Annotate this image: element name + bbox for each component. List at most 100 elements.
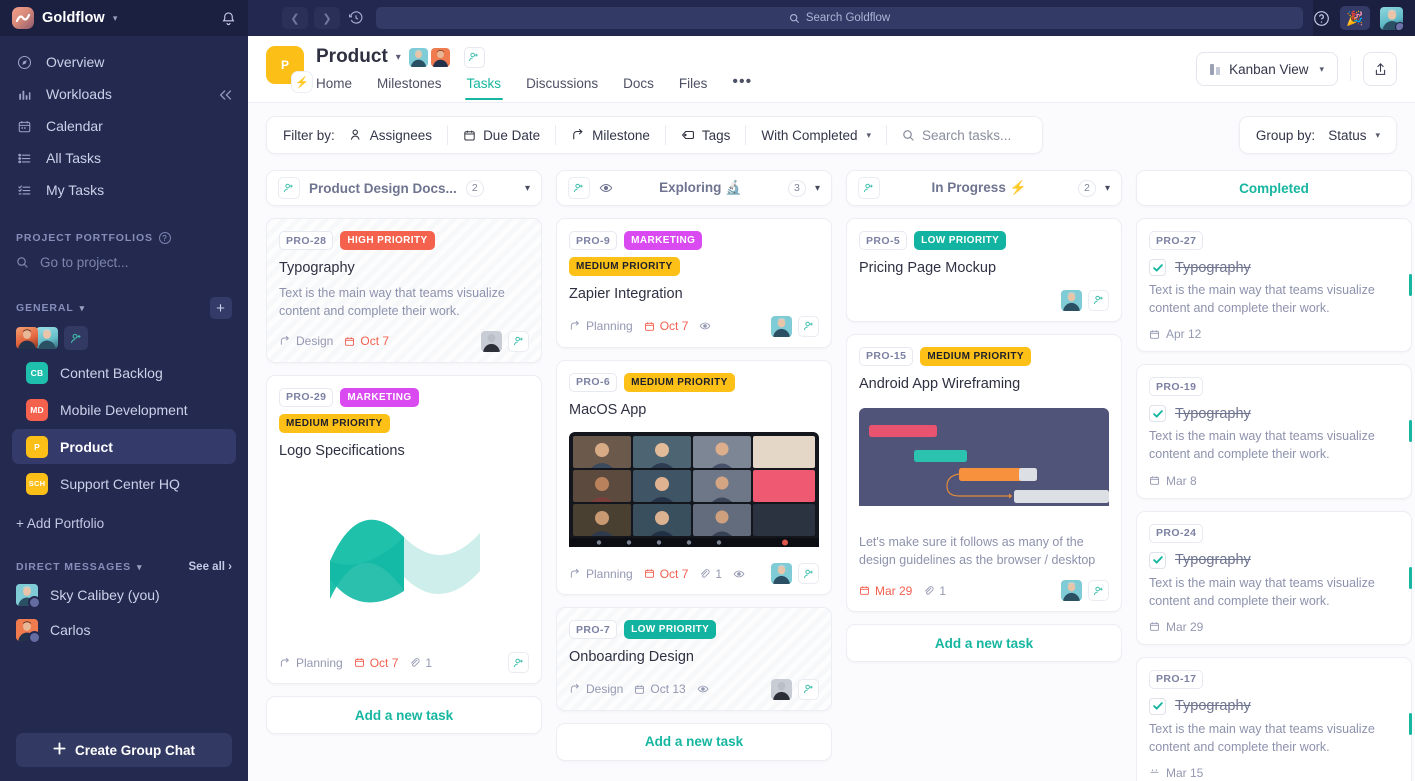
sidebar-item-overview[interactable]: Overview	[0, 46, 248, 78]
avatar[interactable]	[771, 678, 792, 700]
chevron-down-icon[interactable]: ▾	[1105, 183, 1110, 194]
notifications-bell-icon[interactable]	[221, 11, 236, 26]
avatar[interactable]	[16, 327, 38, 349]
tab-docs[interactable]: Docs	[623, 76, 654, 100]
due-date[interactable]: Oct 7	[344, 334, 389, 348]
sidebar-item-workloads[interactable]: Workloads	[0, 78, 248, 110]
global-search-input[interactable]: Search Goldflow	[376, 7, 1303, 29]
sidebar-project-mobile-development[interactable]: MD Mobile Development	[12, 392, 236, 427]
filter-milestone[interactable]: Milestone	[556, 116, 665, 154]
tab-discussions[interactable]: Discussions	[526, 76, 598, 100]
chevron-down-icon[interactable]: ▾	[137, 562, 142, 572]
view-selector[interactable]: Kanban View ▾	[1196, 52, 1338, 86]
filter-due-date[interactable]: Due Date	[448, 116, 555, 154]
see-all-link[interactable]: See all ›	[189, 561, 232, 573]
add-portfolio-button[interactable]: + Add Portfolio	[0, 502, 248, 531]
avatar[interactable]	[36, 327, 58, 349]
brand-name[interactable]: Goldflow	[42, 10, 105, 26]
share-button[interactable]	[1363, 52, 1397, 86]
task-attachment-preview[interactable]	[859, 408, 1109, 511]
task-card[interactable]: PRO-29 MARKETING MEDIUM PRIORITY Logo Sp…	[266, 374, 542, 685]
sidebar-project-content-backlog[interactable]: CB Content Backlog	[12, 355, 236, 390]
help-circle-icon[interactable]	[1313, 10, 1330, 27]
avatar[interactable]	[1061, 289, 1082, 311]
sidebar-project-support-center-hq[interactable]: SCH Support Center HQ	[12, 466, 236, 501]
add-assignee-icon[interactable]	[798, 315, 819, 337]
watch-eye-icon[interactable]	[733, 568, 745, 580]
avatar[interactable]	[771, 315, 792, 337]
sidebar-item-my-tasks[interactable]: My Tasks	[0, 174, 248, 206]
task-card[interactable]: PRO-15 MEDIUM PRIORITY Android App Wiref…	[846, 333, 1122, 613]
add-assignee-icon[interactable]	[1088, 289, 1109, 311]
tab-files[interactable]: Files	[679, 76, 708, 100]
add-project-button[interactable]: +	[210, 297, 232, 319]
add-person-icon[interactable]	[463, 46, 485, 68]
tab-milestones[interactable]: Milestones	[377, 76, 442, 100]
avatar[interactable]	[430, 47, 450, 67]
due-date[interactable]: Mar 29	[859, 584, 912, 598]
task-checkbox[interactable]	[1149, 259, 1166, 276]
add-person-icon[interactable]	[278, 177, 300, 199]
group-by-selector[interactable]: Group by: Status ▾	[1238, 116, 1397, 154]
avatar[interactable]	[481, 330, 502, 352]
create-group-chat-button[interactable]: Create Group Chat	[16, 733, 232, 767]
task-checkbox[interactable]	[1149, 697, 1166, 715]
task-card[interactable]: PRO-6 MEDIUM PRIORITY MacOS App Planning…	[556, 359, 832, 596]
task-attachment-preview[interactable]	[569, 432, 819, 552]
celebrate-button[interactable]: 🎉	[1340, 6, 1370, 30]
project-chevron-down-icon[interactable]: ▾	[396, 52, 401, 63]
due-date[interactable]: Oct 7	[644, 319, 688, 333]
filter-with-completed[interactable]: With Completed ▾	[746, 116, 886, 154]
add-assignee-icon[interactable]	[1088, 580, 1109, 602]
search-tasks-input[interactable]: Search tasks...	[887, 116, 1026, 154]
add-new-task-button[interactable]: Add a new task	[846, 624, 1122, 663]
attachment-count[interactable]: 1	[699, 567, 722, 581]
task-card[interactable]: PRO-24 Typography Text is the main way t…	[1136, 510, 1412, 645]
add-new-task-button[interactable]: Add a new task	[556, 722, 832, 761]
chevron-down-icon[interactable]: ▾	[525, 183, 530, 194]
task-card[interactable]: PRO-5 LOW PRIORITY Pricing Page Mockup	[846, 218, 1122, 322]
add-assignee-icon[interactable]	[798, 678, 819, 700]
add-assignee-icon[interactable]	[508, 652, 529, 674]
task-card[interactable]: PRO-27 Typography Text is the main way t…	[1136, 218, 1412, 353]
sidebar-project-product[interactable]: P Product	[12, 429, 236, 464]
collapse-sidebar-icon[interactable]	[218, 88, 234, 104]
milestone-label[interactable]: Design	[569, 682, 623, 696]
watch-eye-icon[interactable]	[697, 683, 709, 695]
history-clock-icon[interactable]	[348, 10, 364, 26]
attachment-count[interactable]: 1	[923, 584, 946, 598]
task-card[interactable]: PRO-9 MARKETING MEDIUM PRIORITY Zapier I…	[556, 218, 832, 348]
avatar[interactable]	[1061, 580, 1082, 602]
task-checkbox[interactable]	[1149, 551, 1166, 569]
milestone-label[interactable]: Planning	[569, 567, 633, 581]
milestone-label[interactable]: Planning	[569, 319, 633, 333]
add-member-icon[interactable]	[64, 326, 88, 350]
chevron-down-icon[interactable]: ▾	[815, 183, 820, 194]
milestone-label[interactable]: Planning	[279, 656, 343, 670]
attachment-count[interactable]: 1	[409, 656, 432, 670]
tab-tasks[interactable]: Tasks	[464, 76, 503, 100]
due-date[interactable]: Oct 13	[634, 682, 686, 696]
task-card[interactable]: PRO-17 Typography Text is the main way t…	[1136, 656, 1412, 781]
dm-carlos[interactable]: Carlos	[0, 612, 248, 647]
milestone-label[interactable]: Design	[279, 334, 333, 348]
go-to-project-input[interactable]: Go to project...	[0, 248, 248, 276]
due-date[interactable]: Oct 7	[354, 656, 398, 670]
user-avatar[interactable]	[1380, 6, 1403, 30]
task-card[interactable]: PRO-7 LOW PRIORITY Onboarding Design Des…	[556, 607, 832, 711]
sidebar-item-calendar[interactable]: Calendar	[0, 110, 248, 142]
help-icon[interactable]: ?	[158, 232, 171, 244]
tab-home[interactable]: Home	[316, 76, 352, 100]
add-person-icon[interactable]	[568, 177, 590, 199]
add-assignee-icon[interactable]	[798, 563, 819, 585]
add-person-icon[interactable]	[858, 177, 880, 199]
add-assignee-icon[interactable]	[508, 330, 529, 352]
forward-button[interactable]: ❯	[314, 7, 340, 29]
back-button[interactable]: ❮	[282, 7, 308, 29]
watch-eye-icon[interactable]	[699, 320, 711, 332]
chevron-down-icon[interactable]: ▾	[80, 303, 85, 313]
due-date[interactable]: Oct 7	[644, 567, 688, 581]
filter-assignees[interactable]: Assignees	[349, 116, 447, 154]
tab-more-button[interactable]: •••	[732, 73, 752, 103]
task-card[interactable]: PRO-19 Typography Text is the main way t…	[1136, 364, 1412, 499]
